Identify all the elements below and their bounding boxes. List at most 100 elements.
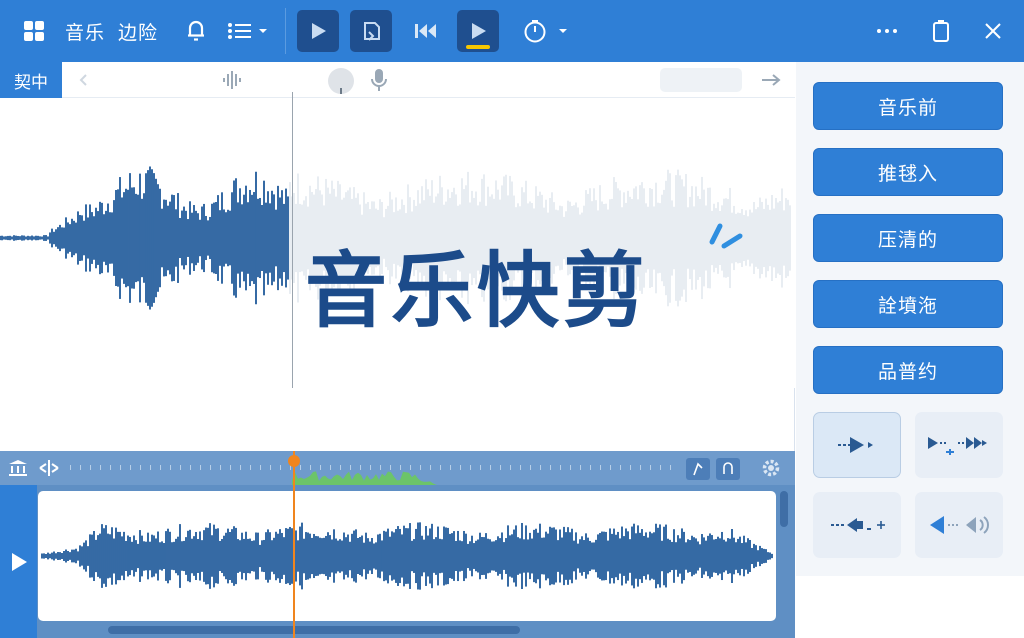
volume-envelope-region[interactable] bbox=[292, 467, 442, 487]
vertical-scrollbar[interactable] bbox=[780, 491, 788, 527]
ruler-tick bbox=[510, 465, 511, 470]
main-playhead[interactable] bbox=[292, 92, 293, 388]
microphone-icon[interactable] bbox=[370, 68, 388, 96]
track-play-button[interactable] bbox=[0, 485, 37, 638]
fade-out-icon bbox=[831, 518, 885, 532]
panel-button-4[interactable]: 詮墳沲 bbox=[813, 280, 1003, 328]
mode-tab[interactable]: 契中 bbox=[0, 62, 62, 98]
app-title-part1[interactable]: 音乐 bbox=[62, 0, 108, 62]
ruler-tick bbox=[570, 465, 571, 470]
ruler-tick bbox=[220, 465, 221, 470]
play-icon bbox=[472, 23, 486, 39]
ruler-tick bbox=[560, 465, 561, 470]
effect-tile-fade-in[interactable] bbox=[813, 412, 901, 478]
panel-button-5[interactable]: 品普约 bbox=[813, 346, 1003, 394]
ruler-tick bbox=[280, 465, 281, 470]
ruler-tick bbox=[230, 465, 231, 470]
toolbar-divider bbox=[285, 8, 286, 54]
list-dropdown-icon[interactable] bbox=[226, 0, 270, 62]
record-knob-icon[interactable] bbox=[326, 66, 356, 100]
ruler-tick bbox=[200, 465, 201, 470]
waveform-icon[interactable] bbox=[222, 70, 242, 94]
app-title-part2[interactable]: 边险 bbox=[114, 0, 162, 62]
ruler-tick bbox=[470, 465, 471, 470]
ruler-tick bbox=[80, 465, 81, 470]
ruler-tick bbox=[540, 465, 541, 470]
ruler-tick bbox=[630, 465, 631, 470]
top-toolbar: 音乐 边险 bbox=[0, 0, 1024, 62]
play-icon bbox=[312, 23, 326, 39]
loop-icon bbox=[723, 462, 733, 474]
ruler-tick bbox=[670, 465, 671, 470]
timeline-ruler[interactable] bbox=[0, 451, 795, 485]
loop-button[interactable] bbox=[716, 458, 740, 480]
ruler-tick bbox=[170, 465, 171, 470]
ruler-tick bbox=[190, 465, 191, 470]
effect-tile-crossfade[interactable] bbox=[915, 412, 1003, 478]
battery-icon[interactable] bbox=[928, 0, 954, 62]
app-grid-icon[interactable] bbox=[14, 0, 54, 62]
ruler-tick bbox=[460, 465, 461, 470]
ruler-tick bbox=[600, 465, 601, 470]
ruler-tick bbox=[480, 465, 481, 470]
ruler-tick bbox=[490, 465, 491, 470]
editor-subbar: 契中 bbox=[0, 62, 795, 98]
rewind-icon[interactable] bbox=[410, 0, 442, 62]
ruler-tick bbox=[120, 465, 121, 470]
ruler-tick bbox=[110, 465, 111, 470]
settings-gear-icon[interactable] bbox=[760, 457, 782, 483]
ruler-tick bbox=[650, 465, 651, 470]
playhead-handle[interactable] bbox=[288, 455, 300, 467]
fade-in-icon bbox=[838, 437, 873, 453]
search-pill[interactable] bbox=[660, 68, 742, 92]
sparkle-decoration bbox=[709, 223, 743, 249]
more-icon[interactable] bbox=[872, 0, 902, 62]
ruler-tick bbox=[270, 465, 271, 470]
main-waveform[interactable] bbox=[0, 98, 795, 388]
clip-button[interactable] bbox=[350, 10, 392, 52]
ruler-tick bbox=[210, 465, 211, 470]
ruler-tick bbox=[520, 465, 521, 470]
audio-track-clip[interactable] bbox=[38, 491, 776, 621]
ruler-tick bbox=[90, 465, 91, 470]
ruler-tick bbox=[550, 465, 551, 470]
effect-tile-volume[interactable] bbox=[915, 492, 1003, 558]
ruler-tick bbox=[140, 465, 141, 470]
ruler-tick bbox=[530, 465, 531, 470]
panel-button-3[interactable]: 压清的 bbox=[813, 214, 1003, 262]
panel-button-1[interactable]: 音乐前 bbox=[813, 82, 1003, 130]
play-button[interactable] bbox=[297, 10, 339, 52]
ruler-tick bbox=[610, 465, 611, 470]
timeline-playhead[interactable] bbox=[293, 451, 295, 638]
bell-icon[interactable] bbox=[182, 0, 210, 62]
marker-button[interactable] bbox=[686, 458, 710, 480]
back-arrow-icon[interactable] bbox=[76, 70, 90, 94]
ruler-tick bbox=[70, 465, 71, 470]
forward-arrow-icon[interactable] bbox=[760, 70, 782, 94]
ruler-tick bbox=[590, 465, 591, 470]
ruler-tick bbox=[500, 465, 501, 470]
timer-dropdown-icon[interactable] bbox=[522, 0, 570, 62]
ruler-tick bbox=[660, 465, 661, 470]
effect-tile-fade-out[interactable] bbox=[813, 492, 901, 558]
ruler-tick bbox=[250, 465, 251, 470]
ruler-tick bbox=[450, 465, 451, 470]
play-icon bbox=[11, 552, 27, 571]
ruler-tick bbox=[100, 465, 101, 470]
ruler-tick bbox=[640, 465, 641, 470]
ruler-tick bbox=[150, 465, 151, 470]
ruler-tick bbox=[240, 465, 241, 470]
close-icon[interactable] bbox=[980, 0, 1006, 62]
ruler-tick bbox=[620, 465, 621, 470]
right-panel: 音乐前 推毬入 压清的 詮墳沲 品普约 bbox=[796, 62, 1024, 576]
marker-icon bbox=[693, 462, 703, 476]
ruler-tick bbox=[130, 465, 131, 470]
crossfade-icon bbox=[928, 437, 987, 455]
split-icon[interactable] bbox=[38, 459, 60, 481]
panel-button-2[interactable]: 推毬入 bbox=[813, 148, 1003, 196]
active-indicator bbox=[466, 45, 490, 49]
overlay-title: 音乐快剪 bbox=[305, 244, 650, 339]
bank-icon[interactable] bbox=[8, 459, 28, 481]
timeline-panel bbox=[0, 451, 795, 638]
horizontal-scrollbar[interactable] bbox=[108, 626, 520, 634]
